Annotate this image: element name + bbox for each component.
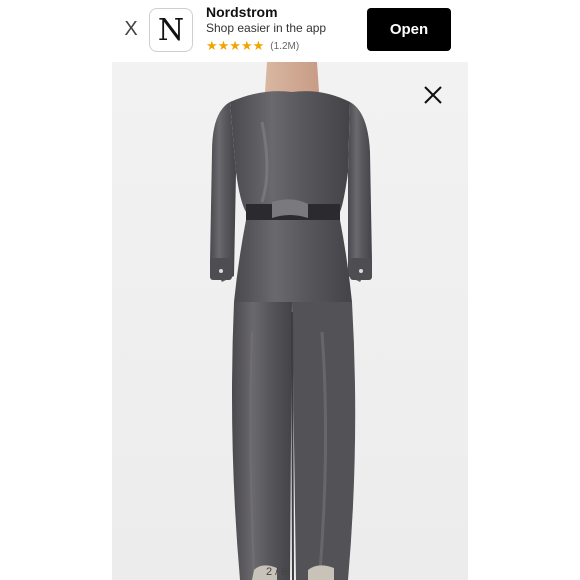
banner-close-button[interactable]: X: [119, 14, 143, 44]
jumpsuit-image: [210, 62, 372, 580]
frame-left: [0, 0, 112, 580]
rating-count: (1.2M): [270, 40, 300, 52]
app-tagline: Shop easier in the app: [206, 21, 327, 35]
nordstrom-app-icon: N: [149, 8, 193, 52]
close-icon[interactable]: [420, 82, 446, 108]
app-name: Nordstrom: [206, 4, 278, 20]
app-rating: ★★★★★ (1.2M): [206, 38, 299, 54]
product-photo: [112, 62, 468, 580]
open-app-button[interactable]: Open: [367, 8, 451, 51]
frame-right: [468, 0, 580, 580]
image-pager: 2 / 6: [266, 566, 288, 578]
rating-stars: ★★★★★: [206, 38, 265, 53]
